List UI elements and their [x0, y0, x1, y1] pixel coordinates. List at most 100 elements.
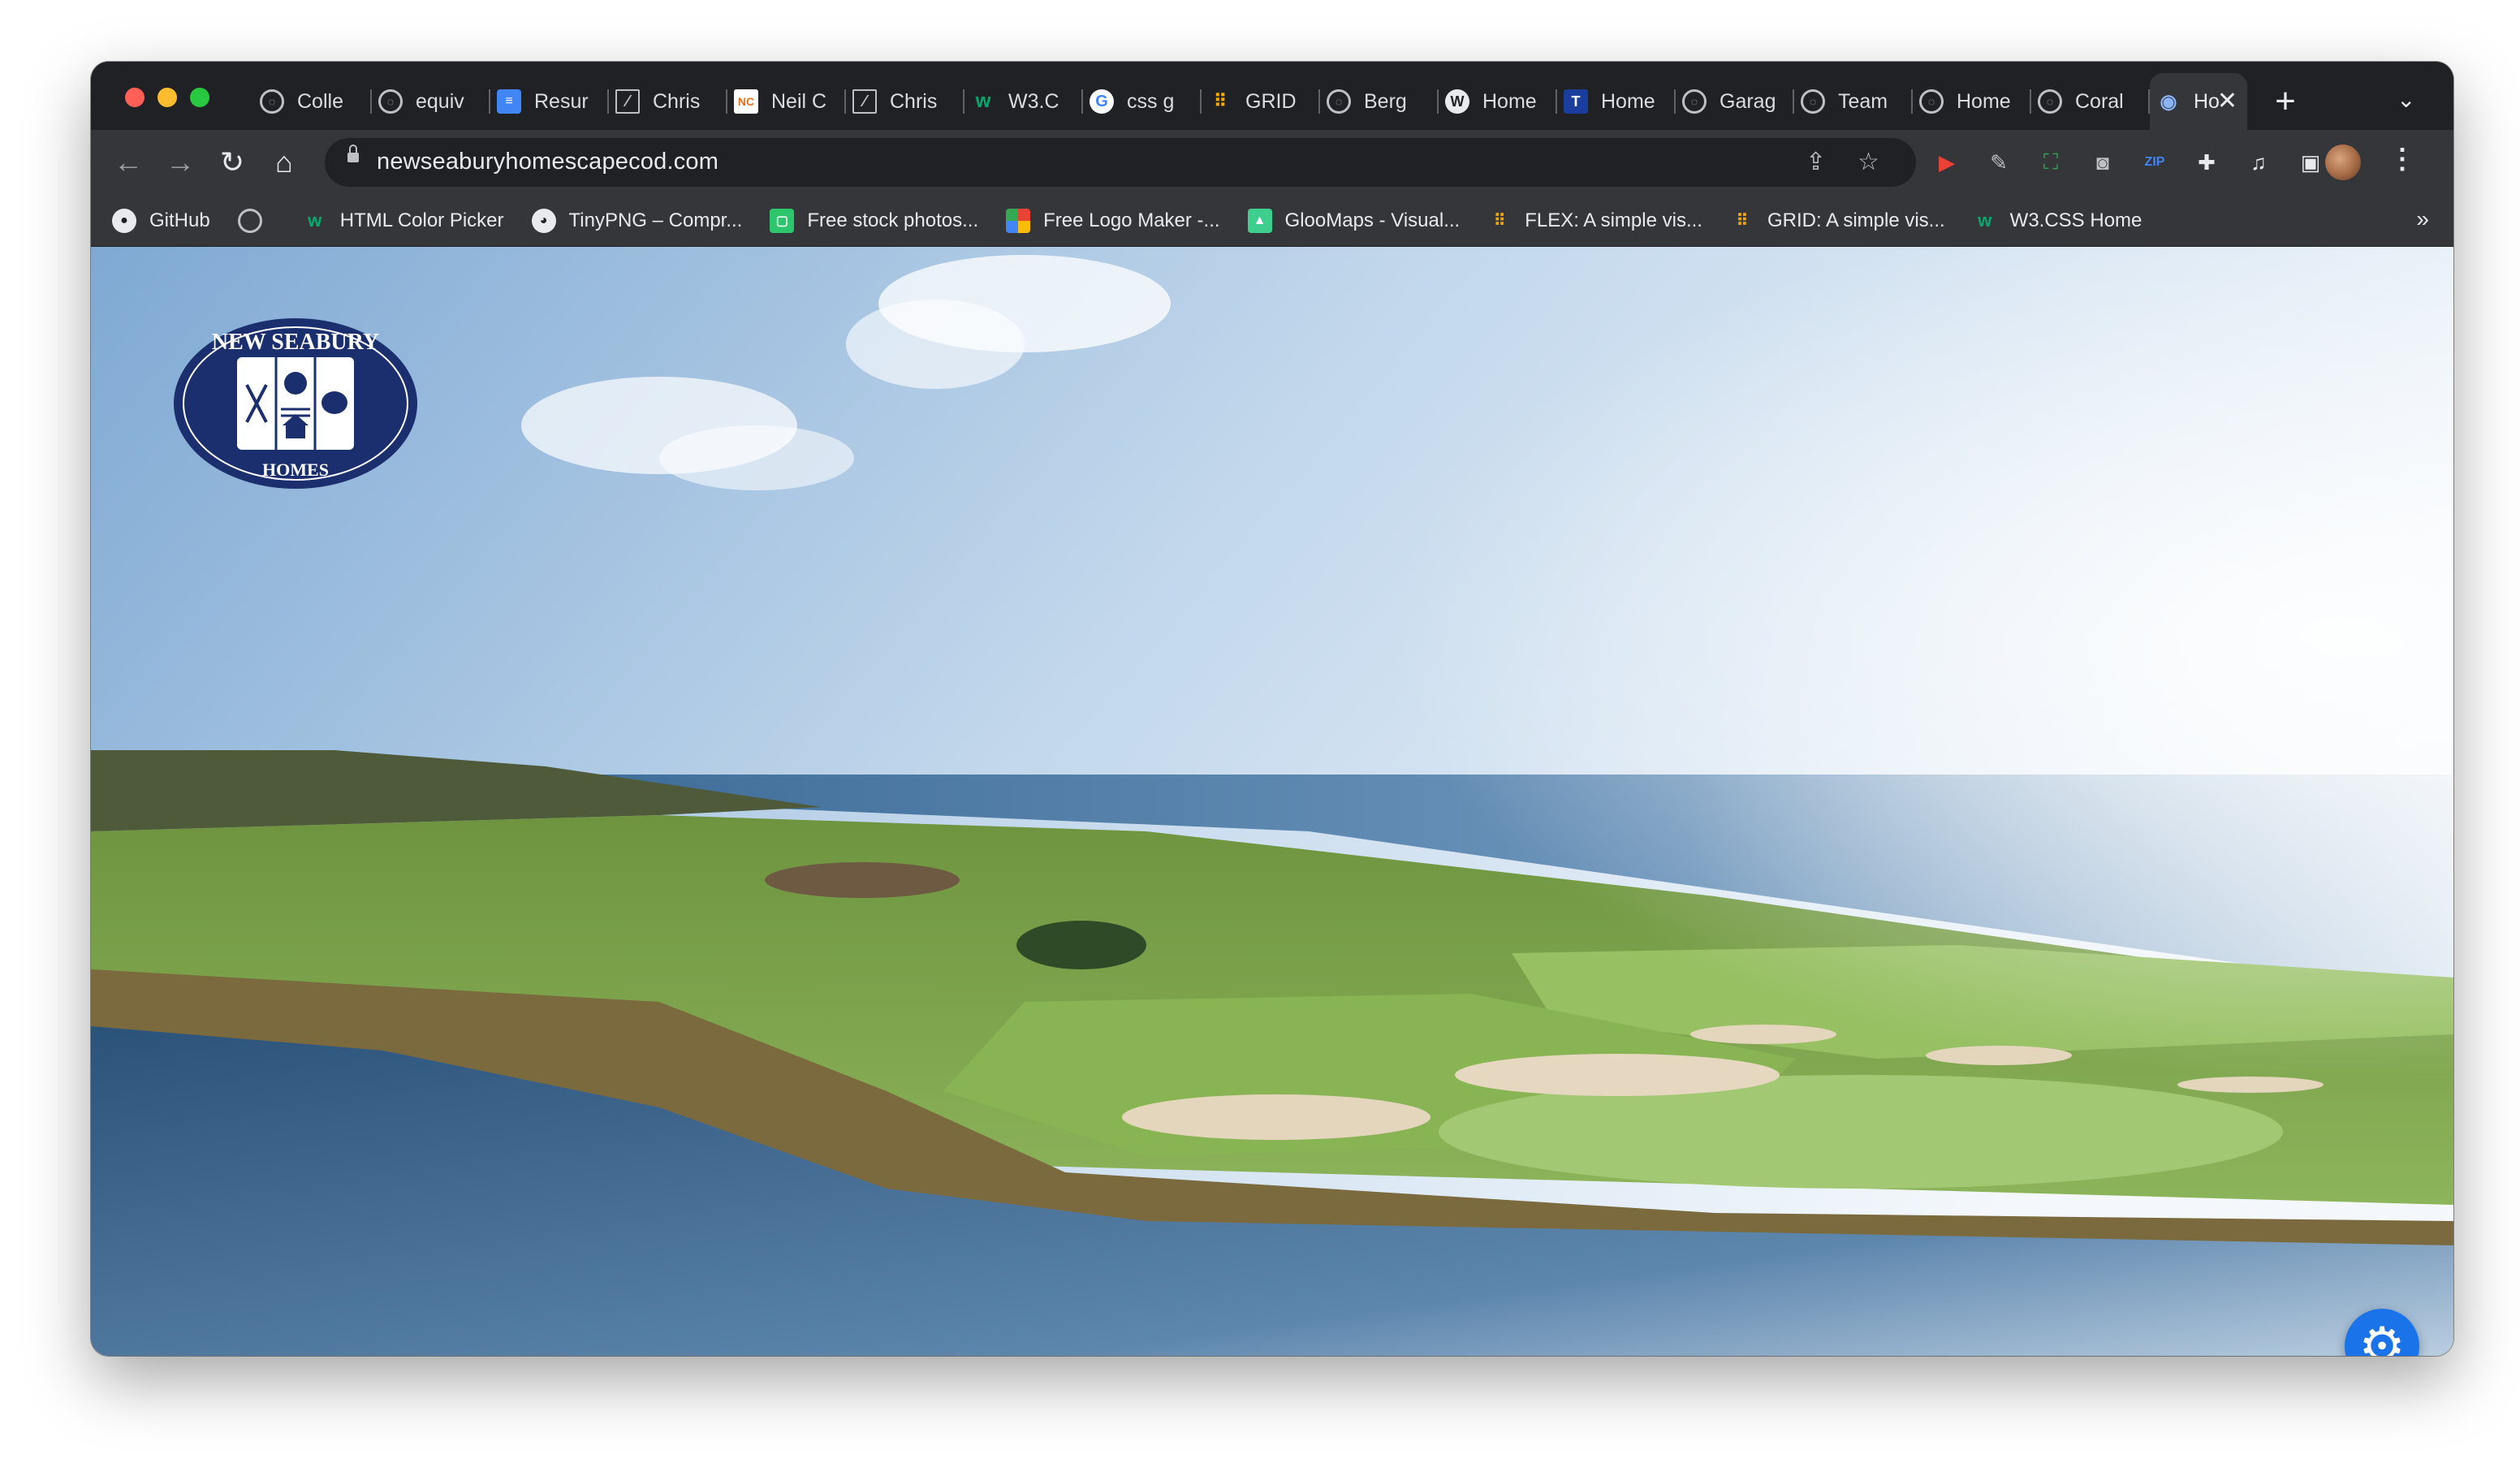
extensions-puzzle-icon[interactable]: ✚	[2190, 146, 2223, 179]
globe-icon: ◌	[1919, 89, 1944, 114]
bookmark-label: Free Logo Maker -...	[1043, 209, 1220, 231]
gear-icon: ⚙	[2358, 1317, 2406, 1356]
bookmark-label: GitHub	[149, 209, 210, 231]
stock-photo-icon: ▢	[770, 208, 795, 233]
bookmark-item[interactable]: ⠿ FLEX: A simple vis...	[1487, 209, 1702, 233]
side-panel-icon[interactable]: ▣	[2294, 146, 2327, 179]
screenshot-crop-icon[interactable]: ⛶	[2035, 146, 2067, 179]
w3schools-icon: w	[308, 209, 322, 231]
globe-icon	[237, 208, 262, 233]
tab[interactable]: ⁄ Chris	[609, 73, 727, 130]
tab[interactable]: ◌ Home	[1913, 73, 2031, 130]
minimize-window-button[interactable]	[158, 88, 177, 107]
tab-search-chevron-icon[interactable]: ⌄	[2397, 86, 2415, 113]
maximize-window-button[interactable]	[190, 88, 209, 107]
slash-icon: ⁄	[615, 89, 640, 114]
home-button[interactable]: ⌂	[265, 143, 304, 182]
tab[interactable]: ◌ equiv	[372, 73, 490, 130]
bookmark-item[interactable]: Free Logo Maker -...	[1006, 208, 1220, 233]
tab[interactable]: Gcss g	[1083, 73, 1202, 130]
tab-label: Berg	[1364, 89, 1407, 113]
bookmark-label: GRID: A simple vis...	[1767, 209, 1945, 231]
media-queue-icon[interactable]: ♫	[2242, 146, 2275, 179]
globe-icon: ◌	[2038, 89, 2062, 114]
tab[interactable]: ⠿ GRID	[1202, 73, 1320, 130]
bookmark-item[interactable]: ▢ Free stock photos...	[770, 208, 978, 233]
address-bar[interactable]: newseaburyhomescapecod.com ⇪ ☆	[325, 138, 1916, 187]
browser-window: ◌ Colle ◌ equiv ≡ Resur ⁄ Chris NC Neil C ⁄ Ch…	[91, 62, 2453, 1356]
tab-active[interactable]: ◉ Ho ✕	[2150, 73, 2247, 130]
tab[interactable]: T Home	[1557, 73, 1676, 130]
bookmark-label: HTML Color Picker	[339, 209, 504, 231]
grid-icon: ⠿	[1493, 212, 1506, 230]
bookmark-star-icon[interactable]: ☆	[1858, 148, 1879, 176]
tab[interactable]: W Home	[1439, 73, 1557, 130]
bookmark-item[interactable]	[237, 208, 275, 233]
bookmark-item[interactable]: w HTML Color Picker	[303, 209, 504, 233]
forward-button[interactable]: →	[161, 143, 200, 182]
url-text[interactable]: newseaburyhomescapecod.com	[377, 149, 718, 175]
new-seabury-homes-logo[interactable]: NEW SEABURY HOMES	[172, 317, 419, 490]
tab-label: Chris	[890, 89, 938, 113]
bookmark-label: W3.CSS Home	[2009, 209, 2142, 231]
globe-icon: ◌	[1327, 89, 1351, 114]
kebab-menu-icon[interactable]: ⋮	[2388, 143, 2416, 175]
tab-label: Team	[1838, 89, 1888, 113]
page-viewport: NEW SEABURY HOMES ⚙	[91, 247, 2453, 1356]
tab-label: Home	[1957, 89, 2011, 113]
close-window-button[interactable]	[125, 88, 145, 107]
tab[interactable]: ⁄ Chris	[846, 73, 964, 130]
tab[interactable]: NC Neil C	[727, 73, 846, 130]
bookmark-item[interactable]: w W3.CSS Home	[1973, 209, 2142, 233]
bookmarks-bar: ● GitHub w HTML Color Picker ◕ TinyPNG – Co…	[91, 195, 2453, 247]
nc-icon: NC	[734, 89, 758, 114]
back-button[interactable]: ←	[109, 143, 148, 182]
screen-recorder-icon[interactable]: ▶	[1931, 146, 1963, 179]
grid-icon: ⠿	[1736, 212, 1749, 230]
reload-button[interactable]: ↻	[213, 143, 252, 182]
tab[interactable]: ◌ Garag	[1676, 73, 1794, 130]
tab-label: Home	[1482, 89, 1537, 113]
tab[interactable]: ≡ Resur	[490, 73, 609, 130]
tab-label: Neil C	[771, 89, 827, 113]
logo-bottom-text: HOMES	[262, 460, 329, 480]
tab[interactable]: ◌ Team	[1794, 73, 1913, 130]
tab-strip: ◌ Colle ◌ equiv ≡ Resur ⁄ Chris NC Neil C ⁄ Ch…	[91, 62, 2453, 138]
bookmark-label: TinyPNG – Compr...	[568, 209, 743, 231]
tab-label: Home	[1601, 89, 1655, 113]
tab-list: ◌ Colle ◌ equiv ≡ Resur ⁄ Chris NC Neil C ⁄ Ch…	[253, 73, 2247, 130]
bookmark-item[interactable]: ▲ GlooMaps - Visual...	[1247, 208, 1461, 233]
bookmark-label: GlooMaps - Visual...	[1284, 209, 1461, 231]
tab[interactable]: ◌ Coral	[2031, 73, 2150, 130]
golf-course-hero-image	[91, 247, 2453, 1356]
bookmarks-overflow-button[interactable]: »	[2416, 206, 2429, 232]
bookmark-item[interactable]: ● GitHub	[112, 208, 210, 233]
lock-icon[interactable]	[347, 145, 359, 162]
share-icon[interactable]: ⇪	[1806, 148, 1826, 176]
tab[interactable]: w W3.C	[964, 73, 1083, 130]
tab-label: equiv	[416, 89, 464, 113]
camera-icon[interactable]: ◙	[2086, 146, 2119, 179]
globe-icon: ◌	[1682, 89, 1707, 114]
globe-icon: ◌	[260, 89, 284, 114]
wordpress-icon: W	[1445, 89, 1469, 114]
tab-label: GRID	[1245, 89, 1297, 113]
zip-icon[interactable]: ZIP	[2138, 146, 2171, 179]
w3schools-icon: w	[1978, 209, 1992, 231]
bookmark-item[interactable]: ⠿ GRID: A simple vis...	[1730, 209, 1945, 233]
profile-avatar[interactable]	[2325, 145, 2361, 180]
slash-icon: ⁄	[852, 89, 877, 114]
tab-label: Coral	[2075, 89, 2124, 113]
tab[interactable]: ◌ Colle	[253, 73, 372, 130]
close-tab-icon[interactable]: ✕	[2217, 87, 2237, 115]
tab-label: Ho	[2194, 89, 2220, 113]
bookmark-item[interactable]: ◕ TinyPNG – Compr...	[531, 208, 743, 233]
blue-square-icon: T	[1564, 89, 1588, 114]
tab[interactable]: ◌ Berg	[1320, 73, 1439, 130]
grid-icon: ⠿	[1213, 91, 1228, 111]
pen-icon[interactable]: ✎	[1983, 146, 2015, 179]
new-tab-button[interactable]: +	[2263, 80, 2307, 123]
panda-icon: ◕	[531, 208, 556, 233]
tab-label: Chris	[653, 89, 701, 113]
tab-label: Colle	[297, 89, 343, 113]
